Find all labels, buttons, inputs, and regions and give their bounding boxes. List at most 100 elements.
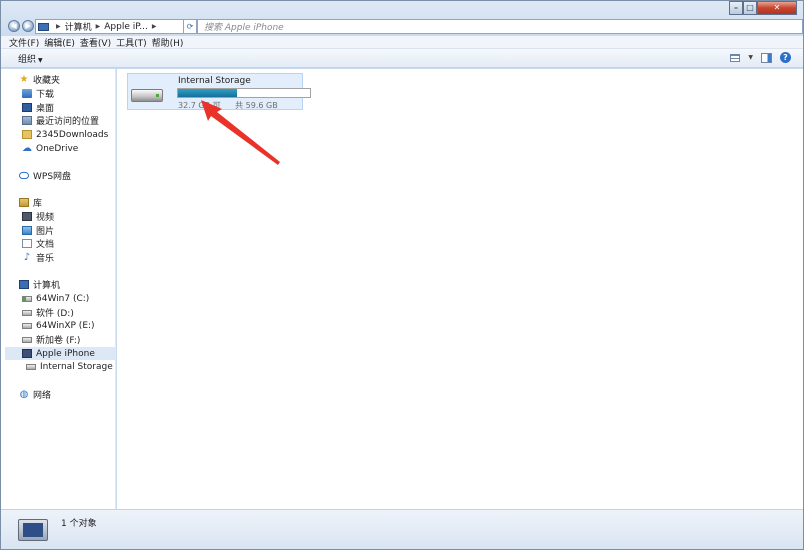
preview-pane-icon[interactable] [761, 52, 772, 63]
nav-label: 软件 (D:) [36, 309, 74, 319]
total-space-text: 共 59.6 GB [235, 101, 278, 110]
nav-label: 新加卷 (F:) [36, 336, 81, 346]
nav-label: 图片 [36, 227, 55, 237]
free-space-text: 32.7 GB 可 [178, 101, 221, 110]
nav-label: 计算机 [33, 281, 61, 291]
storage-usage-fill [178, 89, 238, 97]
star-icon: ★ [19, 74, 29, 85]
nav-wps-drive[interactable]: WPS网盘 [19, 169, 71, 182]
navigation-pane: ★ 收藏夹 下载 桌面 最近访问的位置 2345Downloads ☁ OneD… [1, 69, 116, 509]
chevron-right-icon: ▶ [56, 23, 61, 30]
iphone-device-icon [22, 349, 32, 358]
search-placeholder: 搜索 Apple iPhone [204, 23, 284, 33]
window-controls: – □ ✕ [729, 1, 797, 15]
nav-downloads[interactable]: 下载 [22, 87, 54, 100]
nav-label: Apple iPhone [36, 348, 95, 359]
nav-drive-d[interactable]: 软件 (D:) [22, 306, 74, 319]
status-bar: 1 个对象 [1, 509, 803, 549]
nav-drive-c[interactable]: 64Win7 (C:) [22, 292, 89, 305]
nav-internal-storage[interactable]: Internal Storage [26, 360, 113, 373]
nav-label: 64Win7 (C:) [36, 293, 90, 304]
nav-apple-iphone[interactable]: Apple iPhone [5, 347, 115, 360]
nav-label: 库 [33, 199, 43, 209]
nav-label: 收藏夹 [33, 76, 61, 86]
help-icon[interactable]: ? [780, 52, 791, 63]
wps-cloud-icon [19, 172, 29, 179]
tile-name: Internal Storage [178, 76, 251, 86]
nav-pictures[interactable]: 图片 [22, 224, 54, 237]
menu-tools[interactable]: 工具(T) [116, 36, 147, 49]
chevron-right-icon[interactable]: ▶ [148, 23, 161, 30]
nav-label: 64WinXP (E:) [36, 320, 95, 331]
menu-view[interactable]: 查看(V) [80, 36, 111, 49]
pictures-icon [22, 226, 32, 235]
nav-label: 文档 [36, 240, 55, 250]
computer-icon [38, 22, 49, 31]
nav-label: 网络 [33, 391, 52, 401]
storage-drive-icon [131, 89, 163, 102]
status-count: 1 个对象 [61, 519, 97, 529]
organize-button[interactable]: 组织 ▼ [18, 52, 43, 65]
view-dropdown-icon[interactable]: ▼ [748, 54, 753, 61]
internal-storage-tile[interactable]: Internal Storage 32.7 GB 可 共 59.6 GB [127, 73, 311, 111]
nav-documents[interactable]: 文档 [22, 237, 54, 250]
menu-bar: 文件(F) 编辑(E) 查看(V) 工具(T) 帮助(H) [1, 36, 803, 49]
iphone-device-icon [18, 519, 48, 541]
menu-file[interactable]: 文件(F) [9, 36, 39, 49]
onedrive-cloud-icon: ☁ [22, 143, 32, 154]
tile-capacity-text: 32.7 GB 可 共 59.6 GB [178, 100, 278, 111]
search-input[interactable]: 搜索 Apple iPhone [197, 19, 803, 34]
address-bar[interactable]: ▶ 计算机 ▶ Apple iP... ▶ ▼ [35, 19, 195, 34]
nav-desktop[interactable]: 桌面 [22, 101, 54, 114]
toolbar-right: ▼ ? [730, 52, 791, 63]
forward-button[interactable]: ▶ [22, 20, 34, 32]
nav-drive-f[interactable]: 新加卷 (F:) [22, 333, 80, 346]
nav-favorites[interactable]: ★ 收藏夹 [19, 73, 61, 87]
nav-computer[interactable]: 计算机 [19, 278, 60, 291]
breadcrumb: ▶ 计算机 ▶ Apple iP... ▶ [49, 20, 161, 34]
chevron-down-icon: ▼ [38, 56, 43, 64]
storage-usage-bar [177, 88, 311, 98]
nav-onedrive[interactable]: ☁ OneDrive [22, 142, 78, 155]
back-button[interactable]: ◀ [8, 20, 20, 32]
organize-label: 组织 [18, 54, 37, 65]
music-icon: ♪ [23, 252, 31, 263]
nav-2345downloads[interactable]: 2345Downloads [22, 128, 108, 141]
breadcrumb-apple-iphone[interactable]: Apple iP... [104, 22, 148, 32]
video-icon [22, 212, 32, 221]
nav-libraries[interactable]: 库 [19, 196, 42, 209]
storage-drive-icon [26, 363, 36, 370]
nav-videos[interactable]: 视频 [22, 210, 54, 223]
drive-icon [22, 336, 32, 343]
desktop-icon [22, 103, 32, 112]
nav-music[interactable]: ♪ 音乐 [22, 251, 55, 265]
nav-label: 下载 [36, 90, 55, 100]
computer-icon [19, 280, 29, 289]
nav-label: WPS网盘 [33, 172, 72, 182]
system-drive-icon [22, 295, 32, 302]
breadcrumb-computer[interactable]: 计算机 [65, 20, 92, 33]
nav-recent-places[interactable]: 最近访问的位置 [22, 114, 99, 127]
command-bar: 组织 ▼ ▼ ? [1, 49, 803, 68]
menu-edit[interactable]: 编辑(E) [44, 36, 75, 49]
maximize-button[interactable]: □ [743, 1, 757, 15]
title-bar: ◀ ▶ ▶ 计算机 ▶ Apple iP... ▶ ▼ ⟳ 搜索 Apple i… [1, 1, 803, 35]
nav-label: OneDrive [36, 143, 79, 154]
close-button[interactable]: ✕ [757, 1, 797, 15]
nav-label: 2345Downloads [36, 129, 109, 140]
folder-icon [22, 130, 32, 139]
explorer-window: ◀ ▶ ▶ 计算机 ▶ Apple iP... ▶ ▼ ⟳ 搜索 Apple i… [0, 0, 804, 550]
nav-label: 最近访问的位置 [36, 117, 100, 127]
chevron-right-icon: ▶ [95, 23, 101, 30]
documents-icon [22, 239, 32, 248]
nav-network[interactable]: ◍ 网络 [19, 388, 52, 402]
nav-label: 音乐 [36, 254, 55, 264]
drive-icon [22, 322, 32, 329]
network-icon: ◍ [19, 389, 29, 400]
refresh-button[interactable]: ⟳ [183, 19, 197, 34]
nav-label: 桌面 [36, 104, 55, 114]
view-options-icon[interactable] [730, 53, 741, 62]
minimize-button[interactable]: – [729, 1, 743, 15]
menu-help[interactable]: 帮助(H) [152, 36, 184, 49]
nav-drive-e[interactable]: 64WinXP (E:) [22, 319, 95, 332]
